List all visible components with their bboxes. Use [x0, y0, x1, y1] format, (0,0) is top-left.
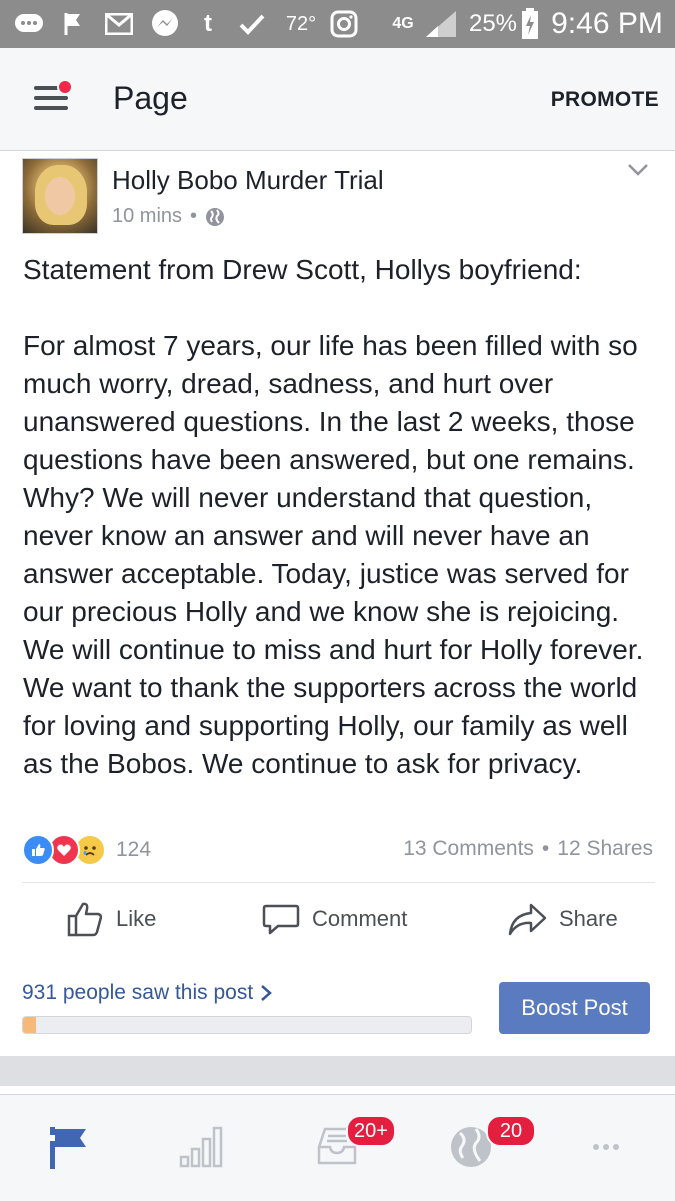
reaction-count: 124: [116, 838, 152, 861]
more-tab[interactable]: [586, 1123, 646, 1173]
thumbs-up-icon: [67, 902, 103, 937]
chat-bubble-icon: [14, 8, 44, 40]
comment-button[interactable]: Comment: [262, 896, 407, 942]
page-name-link[interactable]: Holly Bobo Murder Trial: [112, 165, 384, 196]
network-type: 4G: [392, 15, 414, 32]
comments-count-link[interactable]: 13 Comments: [403, 837, 534, 861]
messenger-icon: [150, 8, 180, 40]
clock: 9:46 PM: [551, 7, 663, 40]
post-actions: Like Comment Share: [0, 896, 675, 942]
share-label: Share: [559, 906, 618, 931]
notification-dot: [57, 79, 73, 95]
inbox-badge: 20+: [346, 1115, 396, 1147]
page-avatar[interactable]: [22, 158, 98, 234]
like-button[interactable]: Like: [66, 896, 156, 942]
mail-icon: [104, 8, 134, 40]
insights-tab[interactable]: [178, 1123, 238, 1173]
flag-icon: [50, 1127, 86, 1169]
public-globe-icon: [206, 207, 225, 226]
engagement-counts: 13 Comments • 12 Shares: [403, 837, 653, 861]
check-icon: [238, 8, 266, 40]
signal-icon: [424, 8, 458, 40]
chevron-right-icon: [261, 985, 273, 1001]
post-reach-link[interactable]: 931 people saw this post: [22, 981, 273, 1005]
battery-charging-icon: [520, 8, 540, 40]
feed-separator: [0, 1056, 675, 1086]
page-title: Page: [113, 80, 188, 116]
post-meta: 10 mins •: [112, 205, 225, 228]
shares-count-link[interactable]: 12 Shares: [557, 837, 653, 861]
temperature-text: 72°: [285, 12, 317, 35]
page-flag-tab[interactable]: [46, 1123, 106, 1173]
like-label: Like: [116, 906, 157, 931]
inbox-tab[interactable]: 20+: [314, 1115, 396, 1173]
meta-separator: •: [190, 205, 198, 227]
comment-label: Comment: [312, 906, 408, 931]
status-bar: t 72° 4G 25% 9:46 PM: [0, 0, 675, 48]
reach-text: 931 people saw this post: [22, 981, 254, 1004]
boost-post-button[interactable]: Boost Post: [499, 982, 650, 1034]
share-arrow-icon: [508, 903, 547, 936]
post-card: Holly Bobo Murder Trial 10 mins • Statem…: [0, 151, 675, 1056]
counts-separator: •: [541, 837, 550, 860]
comment-bubble-icon: [262, 904, 300, 935]
share-button[interactable]: Share: [507, 896, 618, 942]
like-reaction-icon: [22, 834, 54, 866]
bar-chart-icon: [179, 1126, 223, 1168]
reach-progress-fill: [23, 1017, 37, 1033]
divider: [22, 882, 655, 883]
bottom-navigation: 20+ 20: [0, 1094, 675, 1201]
tumblr-icon: t: [204, 10, 212, 37]
battery-percent: 25%: [468, 10, 518, 37]
more-dots-icon: [593, 1144, 619, 1150]
instagram-icon: [330, 8, 358, 40]
promote-button[interactable]: PROMOTE: [551, 88, 659, 112]
app-header: Page PROMOTE: [0, 48, 675, 151]
post-text: Statement from Drew Scott, Hollys boyfri…: [23, 254, 644, 779]
reach-progress-bar: [22, 1016, 472, 1034]
reaction-summary[interactable]: 124: [22, 834, 151, 866]
notifications-globe-tab[interactable]: 20: [448, 1115, 536, 1173]
chevron-down-icon[interactable]: [627, 163, 649, 177]
globe-badge: 20: [486, 1115, 536, 1147]
flag-icon: [62, 8, 84, 40]
post-timestamp[interactable]: 10 mins: [112, 205, 182, 228]
